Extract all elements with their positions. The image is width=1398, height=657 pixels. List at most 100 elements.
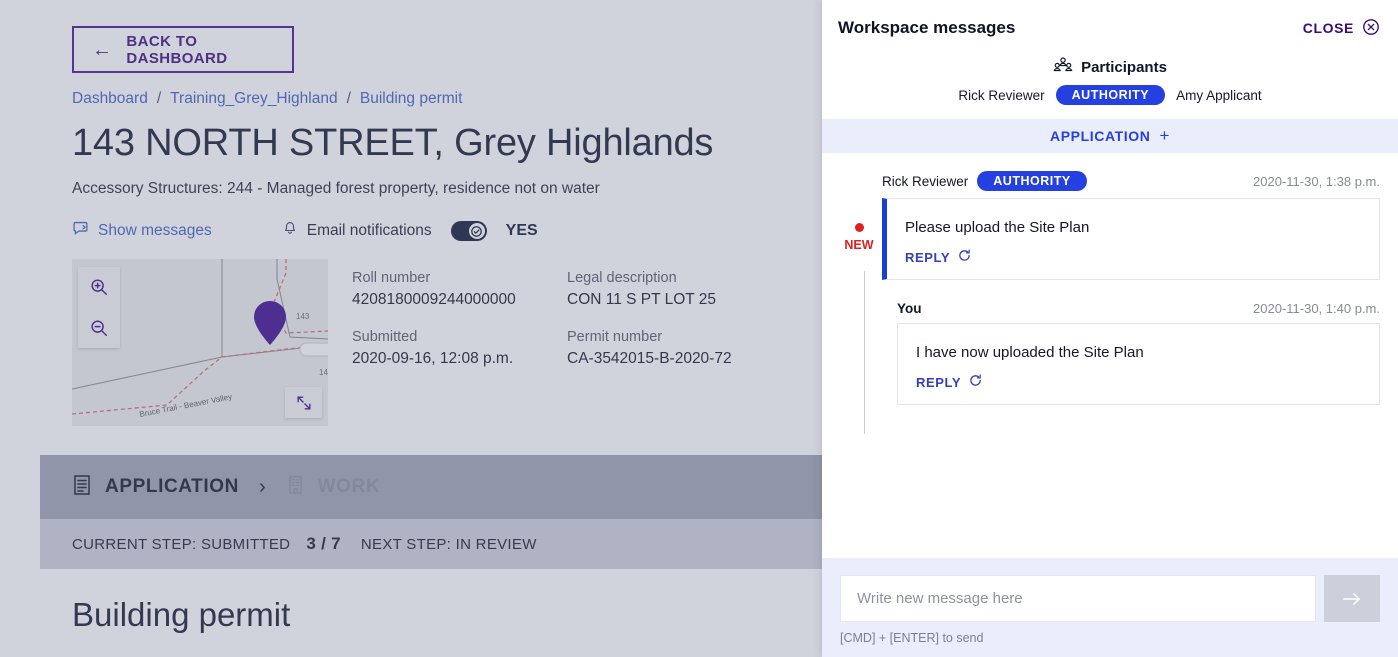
detail-roll-number: Roll number 4208180009244000000 [352,270,567,329]
map-zoom-out-button[interactable] [78,308,120,349]
message-meta: You 2020-11-30, 1:40 p.m. [897,301,1380,316]
svg-text:14: 14 [319,368,328,377]
tab-work-label: WORK [317,476,381,497]
tab-application[interactable]: APPLICATION [72,474,239,501]
participants-label: Participants [1081,58,1167,76]
message-author-row: You [897,301,922,316]
new-message-indicator: NEW [842,223,876,252]
message-text: Please upload the Site Plan [905,219,1090,236]
participant-role-badge: AUTHORITY [1055,85,1166,105]
message-thread: Rick Reviewer AUTHORITY 2020-11-30, 1:38… [822,153,1398,558]
new-label: NEW [844,238,874,252]
email-notifications-toggle[interactable] [450,221,487,241]
detail-value: CA-3542015-B-2020-72 [567,350,732,367]
new-message-input[interactable] [840,575,1316,622]
message-card: Please upload the Site Plan REPLY [882,198,1380,280]
breadcrumb: Dashboard / Training_Grey_Highland / Bui… [72,90,462,108]
show-messages-button[interactable]: Show messages [72,220,212,242]
message-item: Rick Reviewer AUTHORITY 2020-11-30, 1:38… [844,171,1380,280]
breadcrumb-separator: / [156,90,162,107]
arrow-left-icon: ← [92,38,113,61]
detail-legal-description: Legal description CON 11 S PT LOT 25 [567,270,782,329]
toggle-knob [468,223,485,239]
detail-label: Legal description [567,270,677,286]
next-step-label: NEXT STEP: IN REVIEW [360,535,537,553]
arrow-right-icon [1342,592,1361,605]
panel-header: Workspace messages CLOSE [822,0,1398,56]
tab-application-label: APPLICATION [105,476,239,497]
detail-label: Submitted [352,329,418,345]
message-composer: [CMD] + [ENTER] to send [822,558,1398,657]
map-expand-button[interactable] [285,387,322,418]
permit-page: ← BACK TO DASHBOARD Dashboard / Training… [0,0,822,657]
section-tabbar: APPLICATION › WORK [40,455,822,519]
email-notifications-label: Email notifications [306,222,432,239]
back-to-dashboard-label: BACK TO DASHBOARD [126,32,228,67]
chevron-right-icon: › [258,475,266,498]
back-to-dashboard-button[interactable]: ← BACK TO DASHBOARD [72,26,294,73]
app-root: ← BACK TO DASHBOARD Dashboard / Training… [0,0,1398,657]
detail-value: 2020-09-16, 12:08 p.m. [352,350,514,367]
close-panel-label: CLOSE [1302,20,1354,36]
message-author: You [897,301,922,316]
message-author-badge: AUTHORITY [977,171,1087,191]
participants-list: Rick Reviewer AUTHORITY Amy Applicant [838,85,1382,105]
breadcrumb-item-workspace[interactable]: Training_Grey_Highland [170,90,337,108]
permit-section-title: Building permit [72,596,291,633]
show-messages-label: Show messages [98,222,212,239]
page-actions: Show messages Email notifications YES [72,220,538,242]
current-step-label: CURRENT STEP: SUBMITTED [72,535,291,553]
application-divider-label: APPLICATION [1050,128,1151,144]
workspace-messages-panel: Workspace messages CLOSE Participants Ri… [822,0,1398,657]
map-zoom-in-button[interactable] [78,267,120,308]
participants-icon [1053,56,1073,78]
message-item: You 2020-11-30, 1:40 p.m. I have now upl… [897,280,1380,405]
property-map[interactable]: 143 14 Bruce Trail - Beaver Valley [72,259,328,426]
panel-title: Workspace messages [838,18,1016,37]
detail-submitted: Submitted 2020-09-16, 12:08 p.m. [352,329,567,388]
detail-label: Roll number [352,270,431,286]
step-count: 3 / 7 [306,534,341,553]
details-row: Submitted 2020-09-16, 12:08 p.m. Permit … [352,329,782,388]
send-message-button[interactable] [1324,575,1380,622]
reply-button[interactable]: REPLY [916,374,1361,390]
detail-value: 4208180009244000000 [352,291,516,308]
document-icon [72,474,92,501]
reply-icon [969,374,982,390]
participant-name: Rick Reviewer [958,87,1045,103]
message-meta: Rick Reviewer AUTHORITY 2020-11-30, 1:38… [882,171,1380,191]
new-dot-icon [854,223,864,232]
details-row: Roll number 4208180009244000000 Legal de… [352,270,782,329]
message-author: Rick Reviewer [882,173,969,189]
thread-connector-line [864,271,865,434]
composer-row [840,575,1380,622]
breadcrumb-item-permit[interactable]: Building permit [360,90,463,108]
map-zoom-controls [78,267,120,348]
message-timestamp: 2020-11-30, 1:38 p.m. [1253,173,1380,189]
reply-button[interactable]: REPLY [905,249,1361,265]
application-section-divider[interactable]: APPLICATION + [822,119,1398,153]
tab-work[interactable]: WORK [286,474,381,500]
close-panel-button[interactable]: CLOSE [1303,18,1380,39]
message-text: I have now uploaded the Site Plan [916,344,1144,361]
detail-label: Permit number [567,329,663,345]
reply-label: REPLY [916,374,962,390]
step-status-bar: CURRENT STEP: SUBMITTED 3 / 7 NEXT STEP:… [40,519,822,569]
message-card: I have now uploaded the Site Plan REPLY [897,323,1380,405]
building-icon [286,474,305,500]
participants-section: Participants Rick Reviewer AUTHORITY Amy… [822,56,1398,119]
breadcrumb-item-dashboard[interactable]: Dashboard [72,90,148,108]
participants-heading: Participants [838,56,1382,78]
page-subtitle: Accessory Structures: 244 - Managed fore… [72,180,600,197]
participant-name: Amy Applicant [1176,87,1262,103]
detail-permit-number: Permit number CA-3542015-B-2020-72 [567,329,782,388]
email-notifications-value: YES [505,222,538,239]
page-title: 143 NORTH STREET, Grey Highlands [72,122,714,164]
message-bubble-icon [72,220,89,242]
reply-icon [958,249,971,265]
permit-details: Roll number 4208180009244000000 Legal de… [352,270,782,388]
message-author-row: Rick Reviewer AUTHORITY [882,171,1087,191]
breadcrumb-separator: / [346,90,351,107]
plus-icon: + [1159,126,1170,145]
bell-icon [282,220,298,242]
